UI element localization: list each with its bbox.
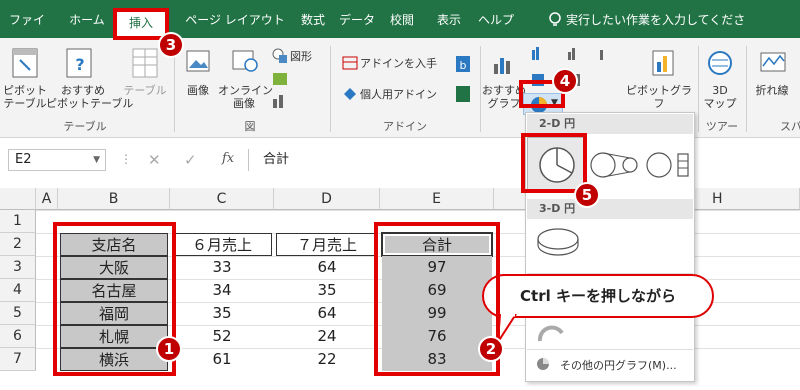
column-header-a[interactable]: A xyxy=(36,188,58,210)
section-2d-pie: 2-D 円 xyxy=(527,114,693,134)
name-box-value: E2 xyxy=(15,152,32,167)
group-label-table: テーブル xyxy=(63,120,107,133)
row-header-6[interactable]: 6 xyxy=(0,325,36,348)
table-cell[interactable]: 61 xyxy=(172,348,272,371)
table-cell[interactable]: 24 xyxy=(276,325,378,348)
group-label-addin: アドイン xyxy=(383,120,427,133)
tab-file[interactable]: ファイル xyxy=(6,0,48,67)
table-cell[interactable]: 33 xyxy=(172,256,272,279)
svg-text:?: ? xyxy=(75,55,84,74)
step-badge-4: 4 xyxy=(552,68,578,94)
column-header-h[interactable]: H xyxy=(712,188,723,210)
row-header-4[interactable]: 4 xyxy=(0,279,36,302)
more-pie-charts-link[interactable]: その他の円グラフ(M)... xyxy=(560,357,677,373)
pivot-chart-icon xyxy=(652,50,674,76)
group-label-sparkline: スパ xyxy=(780,120,800,133)
svg-text:b: b xyxy=(460,59,467,72)
recommended-pivot-icon: ? xyxy=(66,48,92,78)
tab-review[interactable]: 校閲 xyxy=(380,0,424,38)
group-label-tour: ツアー xyxy=(705,120,739,133)
row-header-3[interactable]: 3 xyxy=(0,256,36,279)
chart-type-row1-icons xyxy=(532,47,603,60)
people-graph-icon xyxy=(456,86,470,102)
addin-store-icon xyxy=(342,56,358,70)
picture-button[interactable]: 画像 xyxy=(178,84,218,97)
step-badge-1: 1 xyxy=(156,336,182,362)
step-badge-2: 2 xyxy=(478,336,504,362)
more-pie-icon xyxy=(537,358,549,370)
header-cell[interactable]: ７月売上 xyxy=(276,233,378,256)
chart-small-icon xyxy=(273,95,283,108)
online-picture-button[interactable]: オンライン 画像 xyxy=(218,84,273,110)
sparkline-line-icon xyxy=(760,52,786,72)
pivot-chart-button[interactable]: ピボットグラフ xyxy=(624,84,694,110)
bar-of-pie-icon[interactable] xyxy=(646,151,692,181)
table-cell[interactable]: 64 xyxy=(276,302,378,325)
tab-data[interactable]: データ xyxy=(336,0,378,38)
enter-icon[interactable]: ✓ xyxy=(184,151,197,169)
column-header-e[interactable]: E xyxy=(380,188,494,210)
table-button[interactable]: テーブル xyxy=(120,84,170,97)
recommended-pivot-button[interactable]: おすすめ ピボットテーブル xyxy=(46,84,133,110)
table-cell[interactable]: 35 xyxy=(172,302,272,325)
online-picture-icon xyxy=(232,50,258,72)
header-cell[interactable]: ６月売上 xyxy=(172,233,272,256)
column-header-b[interactable]: B xyxy=(58,188,170,210)
3d-map-button[interactable]: 3D マップ xyxy=(700,84,740,110)
name-box-chevron-icon[interactable]: ▼ xyxy=(93,150,100,170)
table-icon xyxy=(132,48,158,78)
row-header-7[interactable]: 7 xyxy=(0,348,36,371)
cancel-icon[interactable]: ✕ xyxy=(148,151,161,169)
doughnut-icon[interactable] xyxy=(538,323,564,343)
callout-bubble: Ctrl キーを押しながら xyxy=(482,274,714,318)
table-cell[interactable]: 52 xyxy=(172,325,272,348)
3d-map-icon xyxy=(708,51,732,75)
tab-help[interactable]: ヘルプ xyxy=(472,0,520,38)
table-cell[interactable]: 35 xyxy=(276,279,378,302)
tell-me-box[interactable]: 実行したい作業を入力してください xyxy=(566,0,746,67)
row-header-2[interactable]: 2 xyxy=(0,233,36,256)
highlight-2d-pie xyxy=(521,133,587,193)
tab-formulas[interactable]: 数式 xyxy=(292,0,334,38)
column-header-c[interactable]: C xyxy=(170,188,274,210)
bing-icon: b xyxy=(456,56,470,72)
sparkline-line-button[interactable]: 折れ線 xyxy=(750,84,794,97)
tab-home[interactable]: ホーム xyxy=(66,0,108,38)
shapes-button[interactable]: 図形 xyxy=(290,50,330,63)
smartart-icon xyxy=(273,73,287,85)
insert-function-icon[interactable]: fx xyxy=(222,151,234,166)
get-addins-button[interactable]: アドインを入手 xyxy=(360,57,460,70)
pie-3d-icon[interactable] xyxy=(536,227,580,257)
tab-view[interactable]: 表示 xyxy=(428,0,470,38)
column-header-d[interactable]: D xyxy=(274,188,380,210)
table-cell[interactable]: 64 xyxy=(276,256,378,279)
section-3d-pie: 3-D 円 xyxy=(527,199,693,219)
step-badge-3: 3 xyxy=(158,32,184,58)
row-header-1[interactable]: 1 xyxy=(0,210,36,233)
tab-page-layout[interactable]: ページ レイアウト xyxy=(180,0,290,38)
my-addins-button[interactable]: 個人用アドイン xyxy=(360,88,460,101)
lightbulb-icon xyxy=(549,12,561,26)
name-box[interactable]: E2 ▼ xyxy=(8,149,106,171)
table-cell[interactable]: 22 xyxy=(276,348,378,371)
step-badge-5: 5 xyxy=(574,182,600,208)
my-addins-icon xyxy=(344,88,356,100)
pivot-table-button[interactable]: ピボット テーブル xyxy=(2,84,48,110)
more-icon: ⋮ xyxy=(120,152,132,166)
select-all-corner[interactable] xyxy=(0,188,36,210)
recommended-charts-icon xyxy=(494,58,510,74)
group-label-figure: 図 xyxy=(244,120,256,133)
pivot-table-icon xyxy=(12,48,38,78)
pie-of-pie-icon[interactable] xyxy=(590,151,640,181)
shapes-icon xyxy=(272,48,287,63)
row-header-5[interactable]: 5 xyxy=(0,302,36,325)
picture-icon xyxy=(186,50,210,72)
table-cell[interactable]: 34 xyxy=(172,279,272,302)
